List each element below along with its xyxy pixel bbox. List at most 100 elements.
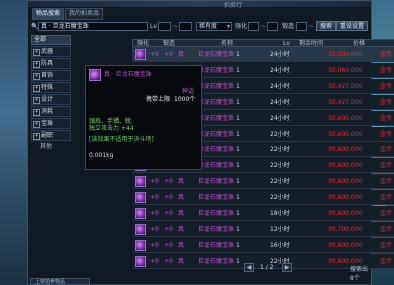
table-row[interactable]: +0 +0 真 巨龙石魔宝珠 1 18小时 30,600,000 金币 [132,206,394,221]
cell-name: 巨龙石魔宝珠 [198,82,235,90]
table-row[interactable]: +0 +0 真 巨龙石魔宝珠 1 12小时 30,700,000 金币 [132,221,394,237]
expand-icon: + [33,61,40,68]
level-label: Lv [150,23,157,30]
tooltip-stat-slots: 頭肩、手镯、靴 [89,118,132,125]
expand-icon: + [33,49,40,56]
category-other[interactable]: 其他 [31,142,71,151]
orb-icon [135,223,146,235]
search-input[interactable]: 真 · 巨龙石魔宝珠 [38,22,148,31]
cell-refine: +0 [164,241,173,249]
level-min-input[interactable] [158,22,171,31]
cell-level: 1 [236,130,240,138]
cell-name: 巨龙石魔宝珠 [198,51,235,58]
cell-level: 1 [236,194,240,202]
cell-price: 30,600,000 [328,162,363,170]
category-orb[interactable]: + 宝珠 [31,118,71,129]
col-refine[interactable]: 锻造 [163,40,175,47]
cell-time: 22小时 [270,130,290,138]
col-price[interactable]: 价格 [353,40,365,47]
cell-time: 12小时 [270,225,290,233]
category-all[interactable]: 全部 [31,35,71,45]
cell-price: 30,600,000 [328,146,363,154]
refine-min-input[interactable] [296,22,307,31]
reset-settings-button[interactable]: 重设设置 [336,21,369,31]
tab-my-auctions[interactable]: 我的拍卖品 [65,8,104,20]
search-input-value: 真 · 巨龙石魔宝珠 [41,23,89,30]
expand-icon: + [33,85,40,92]
range-separator: ~ [309,23,315,30]
cell-time: 22小时 [270,162,290,170]
enhance-label: 强化 [235,23,248,30]
cell-price: 30,060,000 [328,66,363,74]
col-level[interactable]: Lv [283,40,290,47]
level-max-input[interactable] [179,22,192,31]
orb-icon [135,255,146,267]
cell-quality: 真 [178,210,185,217]
cell-name: 巨龙石魔宝珠 [198,146,235,154]
register-auction-button[interactable]: 上架拍卖物品 [30,278,90,285]
category-special[interactable]: + 特殊 [31,82,71,93]
category-accessory[interactable]: + 首饰 [31,70,71,81]
table-row[interactable]: +0 +0 真 巨龙石魔宝珠 1 24小时 30,000,000 金币 [132,47,394,62]
cell-quality: 真 [178,257,185,265]
category-consumable[interactable]: + 消耗 [31,106,71,117]
category-label: 首饰 [41,72,54,79]
cell-price: 30,700,000 [328,225,363,233]
tooltip-weight: 0.001kg [89,152,114,159]
cell-price: 30,427,000 [328,98,363,106]
cell-level: 1 [236,178,240,186]
orb-icon [135,192,146,204]
category-weapon[interactable]: + 武器 [31,46,71,57]
cell-time: 22小时 [270,178,290,186]
cell-name: 巨龙石魔宝珠 [198,194,235,202]
cell-currency: 金币 [380,114,393,122]
cell-currency: 金币 [380,225,393,233]
cell-name: 巨龙石魔宝珠 [198,114,235,122]
cell-currency: 金币 [380,51,393,58]
search-row: 🔍 真 · 巨龙石魔宝珠 Lv ~ 稀有度 ▾ 强化 ~ 锻造 ~ 搜索 重设设… [30,21,370,32]
category-label: 宝珠 [41,120,54,127]
cell-name: 巨龙石魔宝珠 [198,178,235,186]
tooltip-rarity: 神话 [182,88,195,95]
expand-icon: + [33,97,40,104]
expand-icon: + [33,109,40,116]
cell-time: 24小时 [270,82,290,90]
category-label: 防具 [41,60,54,67]
cell-enhance: +0 [150,225,159,233]
category-design[interactable]: + 设计 [31,94,71,105]
cell-price: 30,427,000 [328,82,363,90]
table-row[interactable]: +0 +0 真 巨龙石魔宝珠1 22小时 30,600,000 金币 [132,190,394,206]
cell-level: 1 [236,225,240,233]
expand-icon: + [33,133,40,140]
next-page-button[interactable]: ▶ [282,263,292,272]
cell-currency: 金币 [380,146,393,154]
table-row[interactable]: +0 +0 真 巨龙石魔宝珠1 22小时 30,600,000 金币 [132,174,394,190]
cell-enhance: +0 [150,194,159,202]
col-name[interactable]: 名称 [221,40,233,47]
orb-icon [89,69,101,81]
background-scene-left [0,0,30,285]
cell-refine: +0 [164,225,173,233]
tab-item-search[interactable]: 物品搜索 [32,8,65,20]
enhance-min-input[interactable] [248,22,259,31]
cell-quality: 真 [178,241,185,249]
prev-page-button[interactable]: ◀ [244,263,254,272]
window-titlebar[interactable]: 拍卖行 [28,1,371,9]
cell-enhance: +0 [150,210,159,217]
cell-enhance: +0 [150,178,159,186]
category-armor[interactable]: + 防具 [31,58,71,69]
table-row[interactable]: +0 +0 真 巨龙石魔宝珠 1 16小时 30,800,000 金币 [132,237,394,253]
enhance-max-input[interactable] [267,22,278,31]
cell-time: 22小时 [270,194,290,202]
cell-quality: 真 [178,194,185,202]
cell-level: 1 [236,98,240,106]
cell-currency: 金币 [380,66,393,74]
col-time[interactable]: 剩余时间 [299,40,323,47]
search-button[interactable]: 搜索 [316,21,337,31]
window-title: 拍卖行 [224,2,243,9]
category-label: 消耗 [41,108,54,115]
col-enhance[interactable]: 强化 [137,40,149,47]
cell-level: 1 [236,241,240,249]
category-subjob[interactable]: + 副职 [31,130,71,141]
quality-select[interactable]: 稀有度 ▾ [196,22,232,31]
